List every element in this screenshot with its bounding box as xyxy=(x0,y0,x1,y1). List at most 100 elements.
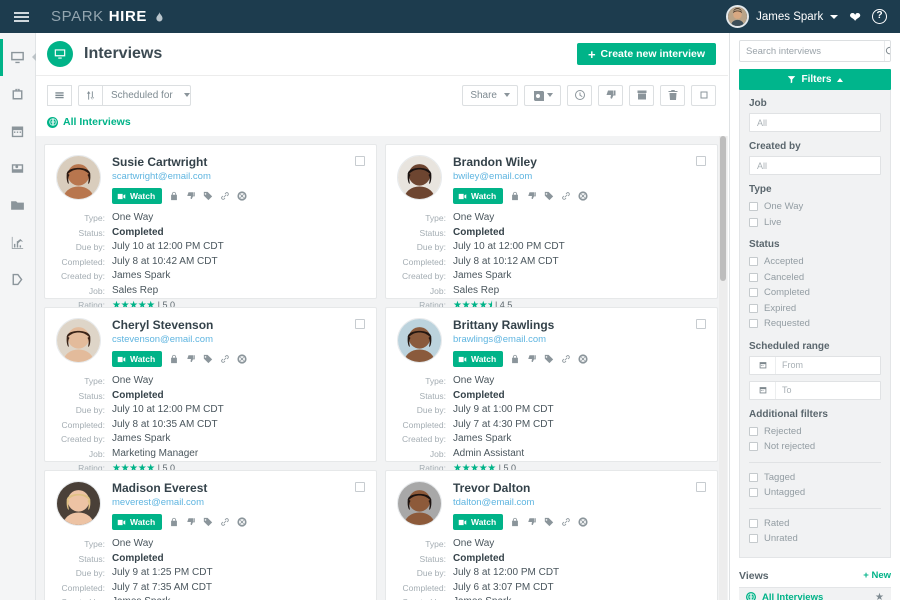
watch-button[interactable]: Watch xyxy=(453,188,504,204)
interview-card[interactable]: Brandon Wiley bwiley@email.com Watch Type: O… xyxy=(385,144,718,311)
help-icon[interactable]: ? xyxy=(872,9,887,24)
link-icon[interactable] xyxy=(561,354,571,364)
trash-icon[interactable] xyxy=(660,84,685,106)
select-all-checkbox[interactable] xyxy=(691,84,716,106)
tag-icon[interactable] xyxy=(203,517,213,527)
status-option-canceled[interactable]: Canceled xyxy=(749,270,881,286)
thumbs-down-icon[interactable] xyxy=(527,191,537,201)
additional-option-unrated[interactable]: Unrated xyxy=(749,531,881,547)
checkbox-icon[interactable] xyxy=(749,488,758,498)
privacy-lock-icon[interactable] xyxy=(510,517,520,527)
star-icon[interactable]: ★ xyxy=(875,592,884,600)
additional-option-rejected[interactable]: Rejected xyxy=(749,424,881,440)
thumbs-down-icon[interactable] xyxy=(186,354,196,364)
status-option-expired[interactable]: Expired xyxy=(749,301,881,317)
link-icon[interactable] xyxy=(220,191,230,201)
view-item-all-interviews[interactable]: All Interviews ★ xyxy=(739,586,891,600)
link-icon[interactable] xyxy=(561,517,571,527)
candidate-email[interactable]: meverest@email.com xyxy=(112,496,247,510)
tag-icon[interactable] xyxy=(544,191,554,201)
candidate-email[interactable]: tdalton@email.com xyxy=(453,496,588,510)
checkbox-icon[interactable] xyxy=(749,202,758,212)
type-option-one-way[interactable]: One Way xyxy=(749,199,881,215)
search-input[interactable] xyxy=(740,41,884,61)
additional-option-rated[interactable]: Rated xyxy=(749,516,881,532)
sidebar-item-interviews[interactable] xyxy=(0,39,36,76)
checkbox-icon[interactable] xyxy=(749,288,758,298)
new-view-button[interactable]: + New xyxy=(863,570,891,581)
watch-button[interactable]: Watch xyxy=(112,351,163,367)
interview-card[interactable]: Brittany Rawlings brawlings@email.com Watc… xyxy=(385,307,718,474)
card-select-checkbox[interactable] xyxy=(696,319,706,329)
thumbs-down-icon[interactable] xyxy=(186,517,196,527)
privacy-lock-icon[interactable] xyxy=(510,354,520,364)
card-select-checkbox[interactable] xyxy=(355,156,365,166)
tag-icon[interactable] xyxy=(544,354,554,364)
tag-icon[interactable] xyxy=(203,191,213,201)
watch-button[interactable]: Watch xyxy=(112,188,163,204)
scheduled-from-field[interactable]: From xyxy=(749,355,881,375)
privacy-lock-icon[interactable] xyxy=(510,191,520,201)
additional-option-untagged[interactable]: Untagged xyxy=(749,485,881,501)
checkbox-icon[interactable] xyxy=(749,303,758,313)
thumbs-down-icon[interactable] xyxy=(598,84,623,106)
watch-button[interactable]: Watch xyxy=(453,351,504,367)
cancel-circle-icon[interactable] xyxy=(237,191,247,201)
watch-button[interactable]: Watch xyxy=(112,514,163,530)
privacy-lock-icon[interactable] xyxy=(169,517,179,527)
thumbs-down-icon[interactable] xyxy=(186,191,196,201)
user-menu[interactable]: James Spark xyxy=(726,5,839,28)
watch-button[interactable]: Watch xyxy=(453,514,504,530)
candidate-email[interactable]: cstevenson@email.com xyxy=(112,333,247,347)
card-select-checkbox[interactable] xyxy=(355,319,365,329)
tag-icon[interactable] xyxy=(203,354,213,364)
checkbox-icon[interactable] xyxy=(749,534,758,544)
cancel-circle-icon[interactable] xyxy=(237,517,247,527)
search-icon[interactable] xyxy=(884,41,890,61)
interview-card[interactable]: Cheryl Stevenson cstevenson@email.com Watc… xyxy=(44,307,377,474)
scheduled-to-field[interactable]: To xyxy=(749,380,881,400)
created-by-filter-select[interactable]: All xyxy=(749,156,881,175)
sort-dropdown[interactable]: Scheduled for xyxy=(102,84,191,106)
sidebar-item-folders[interactable] xyxy=(0,187,35,224)
additional-option-tagged[interactable]: Tagged xyxy=(749,470,881,486)
create-new-interview-button[interactable]: + Create new interview xyxy=(576,43,716,65)
cancel-circle-icon[interactable] xyxy=(578,517,588,527)
main-scrollbar[interactable] xyxy=(719,136,727,600)
share-dropdown[interactable]: Share xyxy=(462,84,518,106)
tag-dropdown[interactable] xyxy=(524,84,561,106)
cancel-circle-icon[interactable] xyxy=(578,191,588,201)
list-view-icon[interactable] xyxy=(47,84,72,106)
cancel-circle-icon[interactable] xyxy=(578,354,588,364)
cancel-circle-icon[interactable] xyxy=(237,354,247,364)
candidate-email[interactable]: bwiley@email.com xyxy=(453,170,588,184)
clock-icon[interactable] xyxy=(567,84,592,106)
filters-toggle[interactable]: Filters xyxy=(739,69,891,90)
thumbs-down-icon[interactable] xyxy=(527,354,537,364)
thumbs-down-icon[interactable] xyxy=(527,517,537,527)
sidebar-item-reports[interactable] xyxy=(0,224,35,261)
archive-icon[interactable] xyxy=(629,84,654,106)
sidebar-item-branding[interactable] xyxy=(0,261,35,298)
status-option-completed[interactable]: Completed xyxy=(749,285,881,301)
additional-option-not-rejected[interactable]: Not rejected xyxy=(749,439,881,455)
tag-icon[interactable] xyxy=(544,517,554,527)
link-icon[interactable] xyxy=(220,354,230,364)
link-icon[interactable] xyxy=(561,191,571,201)
hamburger-menu-icon[interactable] xyxy=(5,0,38,33)
job-filter-select[interactable]: All xyxy=(749,113,881,132)
interview-card[interactable]: Madison Everest meverest@email.com Watch Ty… xyxy=(44,470,377,600)
link-icon[interactable] xyxy=(220,517,230,527)
card-select-checkbox[interactable] xyxy=(355,482,365,492)
sort-icon[interactable] xyxy=(78,84,103,106)
checkbox-icon[interactable] xyxy=(749,257,758,267)
checkbox-icon[interactable] xyxy=(749,472,758,482)
checkbox-icon[interactable] xyxy=(749,518,758,528)
card-select-checkbox[interactable] xyxy=(696,482,706,492)
sidebar-item-jobs[interactable] xyxy=(0,76,35,113)
sidebar-item-candidates[interactable] xyxy=(0,150,35,187)
privacy-lock-icon[interactable] xyxy=(169,191,179,201)
card-select-checkbox[interactable] xyxy=(696,156,706,166)
candidate-email[interactable]: scartwright@email.com xyxy=(112,170,247,184)
heart-icon[interactable]: ❤ xyxy=(849,10,861,24)
